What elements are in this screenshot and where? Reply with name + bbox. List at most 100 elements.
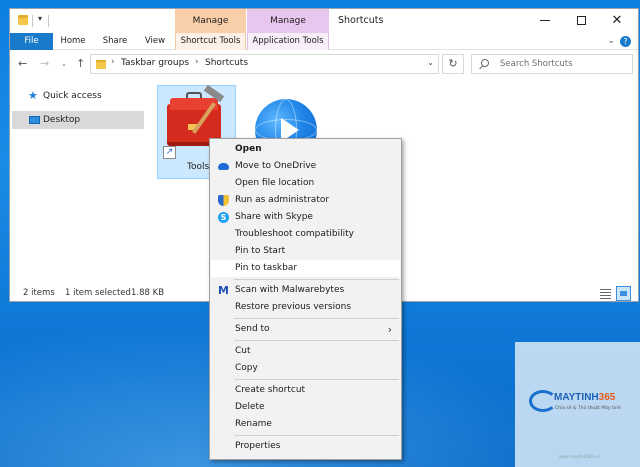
menu-separator: [234, 318, 399, 319]
brand-logo-icon: [529, 390, 557, 412]
menu-item-send-to[interactable]: Send to ›: [211, 321, 400, 338]
menu-item-label: Pin to taskbar: [235, 263, 298, 273]
search-box[interactable]: [471, 54, 633, 74]
skype-icon: S: [218, 212, 229, 223]
desktop-icon: [29, 116, 40, 124]
menu-item-label: Create shortcut: [235, 385, 306, 395]
tab-share[interactable]: Share: [93, 33, 137, 50]
menu-item-label: Send to: [235, 324, 270, 334]
menu-item-run-as-administrator[interactable]: Run as administrator: [211, 192, 400, 209]
breadcrumb-chevron-icon[interactable]: ›: [111, 57, 115, 67]
brand-url: www.maytinh365.vn: [559, 454, 600, 459]
onedrive-icon: [218, 163, 229, 170]
menu-item-troubleshoot-compatibility[interactable]: Troubleshoot compatibility: [211, 226, 400, 243]
folder-icon: [18, 15, 28, 25]
ribbon-tab-bar: File Home Share View Shortcut Tools Appl…: [10, 33, 638, 50]
menu-item-label: Delete: [235, 402, 265, 412]
menu-item-label: Copy: [235, 363, 258, 373]
up-arrow-icon[interactable]: ↑: [76, 57, 85, 70]
menu-item-rename[interactable]: Rename: [211, 416, 400, 433]
menu-item-share-with-skype[interactable]: S Share with Skype: [211, 209, 400, 226]
selection-count: 1 item selected: [65, 288, 131, 298]
menu-separator: [234, 435, 399, 436]
details-view-icon[interactable]: [599, 287, 612, 300]
large-icons-view-icon[interactable]: [616, 286, 631, 301]
menu-item-label: Open: [235, 144, 262, 154]
help-icon[interactable]: ?: [620, 36, 631, 47]
menu-item-copy[interactable]: Copy: [211, 360, 400, 377]
menu-item-label: Troubleshoot compatibility: [235, 229, 354, 239]
folder-icon: [96, 60, 106, 69]
breadcrumb-taskbar-groups[interactable]: Taskbar groups: [121, 58, 189, 68]
quick-access-toolbar-dropdown-icon[interactable]: ▾: [38, 14, 42, 23]
menu-item-restore-previous-versions[interactable]: Restore previous versions: [211, 299, 400, 316]
menu-item-label: Move to OneDrive: [235, 161, 317, 171]
brand-name-number: 365: [598, 392, 616, 403]
minimize-button[interactable]: [530, 9, 560, 33]
file-name: Tools: [187, 162, 210, 172]
maximize-button[interactable]: [566, 9, 596, 33]
context-menu: Open Move to OneDrive Open file location…: [209, 138, 402, 460]
nav-item-label: Desktop: [43, 115, 81, 125]
menu-item-label: Rename: [235, 419, 272, 429]
divider: [32, 15, 33, 27]
menu-item-label: Properties: [235, 441, 281, 451]
shortcut-arrow-icon: ↗: [163, 146, 176, 159]
submenu-chevron-icon: ›: [387, 323, 392, 336]
tab-view[interactable]: View: [137, 33, 173, 50]
close-button[interactable]: ✕: [602, 9, 632, 33]
malwarebytes-icon: M: [218, 284, 229, 297]
address-row: ← → ⌄ ↑ › Taskbar groups › Shortcuts ⌄ ↻: [10, 51, 638, 77]
star-icon: ★: [28, 89, 38, 102]
title-bar: ▾ Manage Manage Shortcuts ✕: [10, 9, 638, 33]
menu-item-open-file-location[interactable]: Open file location: [211, 175, 400, 192]
manage-application-context-tab: Manage: [247, 9, 329, 33]
back-arrow-icon[interactable]: ←: [18, 57, 27, 70]
refresh-icon: ↻: [448, 57, 458, 70]
menu-item-label: Scan with Malwarebytes: [235, 285, 345, 295]
navigation-pane: ★ Quick access Desktop: [10, 79, 147, 279]
nav-item-label: Quick access: [43, 91, 102, 101]
menu-separator: [234, 340, 399, 341]
breadcrumb-chevron-icon[interactable]: ›: [195, 57, 199, 67]
expand-ribbon-icon[interactable]: ⌄: [607, 36, 615, 46]
menu-item-label: Open file location: [235, 178, 315, 188]
menu-item-label: Run as administrator: [235, 195, 330, 205]
search-input[interactable]: [500, 57, 628, 71]
menu-item-open[interactable]: Open: [211, 141, 400, 158]
nav-item-quick-access[interactable]: ★ Quick access: [12, 87, 144, 105]
address-bar[interactable]: › Taskbar groups › Shortcuts ⌄: [90, 54, 439, 74]
menu-item-pin-to-taskbar[interactable]: Pin to taskbar: [211, 260, 400, 277]
menu-item-label: Pin to Start: [235, 246, 286, 256]
refresh-button[interactable]: ↻: [442, 54, 464, 74]
tab-application-tools[interactable]: Application Tools: [247, 33, 329, 50]
menu-separator: [234, 279, 399, 280]
menu-item-label: Cut: [235, 346, 251, 356]
tab-home[interactable]: Home: [53, 33, 93, 50]
menu-item-pin-to-start[interactable]: Pin to Start: [211, 243, 400, 260]
forward-arrow-icon[interactable]: →: [40, 57, 49, 70]
nav-item-desktop[interactable]: Desktop: [12, 111, 144, 129]
menu-item-label: Restore previous versions: [235, 302, 352, 312]
brand-name: MAYTINH365: [554, 392, 615, 403]
recent-locations-chevron-icon[interactable]: ⌄: [61, 60, 67, 68]
menu-separator: [234, 379, 399, 380]
menu-item-scan-with-malwarebytes[interactable]: M Scan with Malwarebytes: [211, 282, 400, 299]
brand-name-main: MAYTINH: [554, 392, 599, 403]
address-dropdown-icon[interactable]: ⌄: [427, 58, 434, 67]
close-icon: ✕: [611, 13, 623, 28]
menu-item-create-shortcut[interactable]: Create shortcut: [211, 382, 400, 399]
manage-shortcut-context-tab: Manage: [175, 9, 246, 33]
menu-item-delete[interactable]: Delete: [211, 399, 400, 416]
menu-item-move-to-onedrive[interactable]: Move to OneDrive: [211, 158, 400, 175]
tab-shortcut-tools[interactable]: Shortcut Tools: [175, 33, 246, 50]
breadcrumb-shortcuts[interactable]: Shortcuts: [205, 58, 248, 68]
item-count: 2 items: [23, 288, 55, 298]
search-icon: [481, 59, 489, 67]
menu-item-label: Share with Skype: [235, 212, 313, 222]
minimize-icon: [540, 20, 550, 21]
brand-tagline: Chia sẻ & Thủ thuật Máy tính: [555, 406, 621, 411]
menu-item-cut[interactable]: Cut: [211, 343, 400, 360]
menu-item-properties[interactable]: Properties: [211, 438, 400, 455]
tab-file[interactable]: File: [10, 33, 53, 50]
